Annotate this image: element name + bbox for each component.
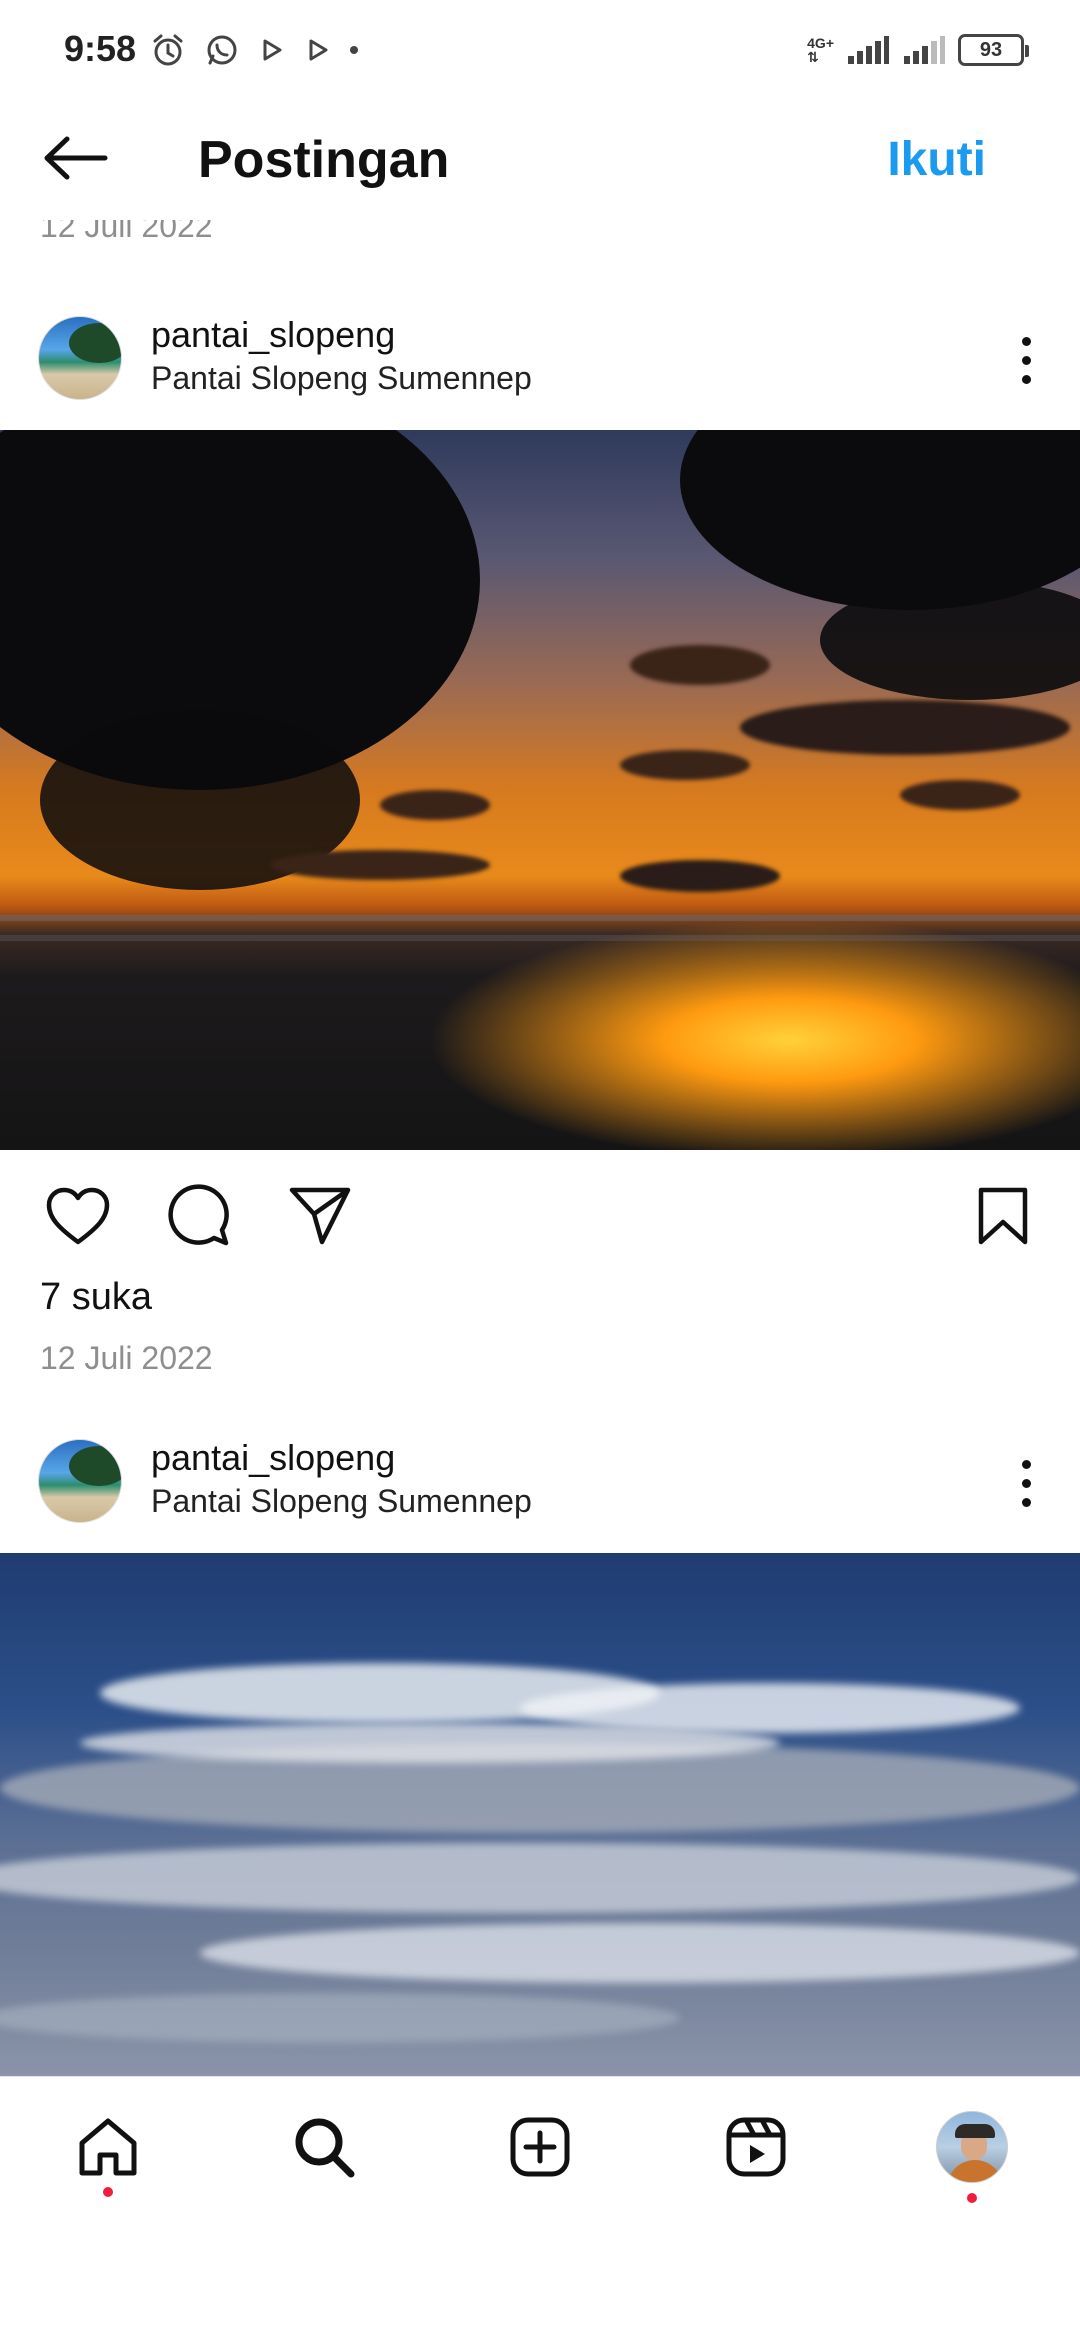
share-button[interactable] — [284, 1180, 356, 1252]
home-icon — [79, 2118, 137, 2176]
previous-post-date: 12 Juli 2022 — [40, 220, 213, 246]
post-date: 12 Juli 2022 — [40, 1340, 213, 1376]
save-button[interactable] — [967, 1180, 1039, 1252]
nav-profile[interactable] — [932, 2107, 1012, 2187]
post-username[interactable]: pantai_slopeng — [151, 314, 395, 356]
search-icon — [295, 2118, 355, 2178]
page-title: Postingan — [198, 131, 450, 189]
top-app-bar: Postingan Ikuti — [0, 110, 1080, 210]
add-post-icon — [510, 2117, 570, 2177]
like-count[interactable]: 7 suka — [40, 1276, 152, 1319]
more-options-icon — [1021, 336, 1031, 346]
network-type-label: 4G+ — [807, 35, 834, 51]
post-header: pantai_slopeng Pantai Slopeng Sumennep — [0, 300, 1080, 420]
status-bar: 9:58 4G+ ⇅ 93 — [0, 0, 1080, 100]
heart-icon — [46, 1187, 110, 1245]
alarm-icon — [153, 34, 183, 66]
comment-button[interactable] — [163, 1180, 235, 1252]
signal-icon — [848, 36, 889, 64]
comment-icon — [168, 1184, 229, 1246]
more-options-button[interactable] — [1006, 318, 1046, 402]
profile-avatar — [936, 2111, 1008, 2183]
share-icon — [289, 1187, 351, 1245]
system-icons: 4G+ ⇅ 93 — [807, 28, 1029, 72]
play-store-icon — [309, 39, 328, 61]
data-arrows-icon: ⇅ — [807, 49, 819, 65]
battery-icon: 93 — [958, 34, 1029, 66]
network-type: 4G+ ⇅ — [807, 36, 834, 64]
more-options-icon — [1021, 1459, 1031, 1469]
bookmark-icon — [978, 1187, 1028, 1245]
back-arrow-icon — [44, 136, 108, 180]
follow-button[interactable]: Ikuti — [887, 132, 986, 187]
more-notifications-dot — [350, 46, 358, 54]
post-actions — [0, 1150, 1080, 1270]
previous-post-date-text: 12 Juli 2022 — [40, 220, 213, 244]
post-location[interactable]: Pantai Slopeng Sumennep — [151, 360, 532, 397]
more-options-button[interactable] — [1006, 1441, 1046, 1525]
nav-create[interactable] — [500, 2107, 580, 2187]
avatar[interactable] — [38, 316, 122, 400]
whatsapp-icon — [207, 35, 237, 65]
post-username[interactable]: pantai_slopeng — [151, 1437, 395, 1479]
nav-reels[interactable] — [716, 2107, 796, 2187]
post-location[interactable]: Pantai Slopeng Sumennep — [151, 1483, 532, 1520]
play-store-icon — [263, 39, 282, 61]
bottom-navigation — [0, 2076, 1080, 2226]
reels-icon — [726, 2117, 786, 2177]
nav-home[interactable] — [68, 2107, 148, 2187]
post-image[interactable] — [0, 1553, 1080, 2076]
like-button[interactable] — [42, 1180, 114, 1252]
status-time: 9:58 — [64, 28, 137, 69]
post-header: pantai_slopeng Pantai Slopeng Sumennep — [0, 1423, 1080, 1543]
battery-level: 93 — [979, 38, 1003, 61]
nav-search[interactable] — [284, 2107, 364, 2187]
profile-notification-dot — [967, 2193, 977, 2203]
home-notification-dot — [103, 2187, 113, 2197]
signal-icon-secondary — [904, 36, 945, 64]
avatar[interactable] — [38, 1439, 122, 1523]
notification-icons — [150, 30, 358, 70]
post-image[interactable] — [0, 430, 1080, 1150]
back-button[interactable] — [40, 126, 112, 190]
